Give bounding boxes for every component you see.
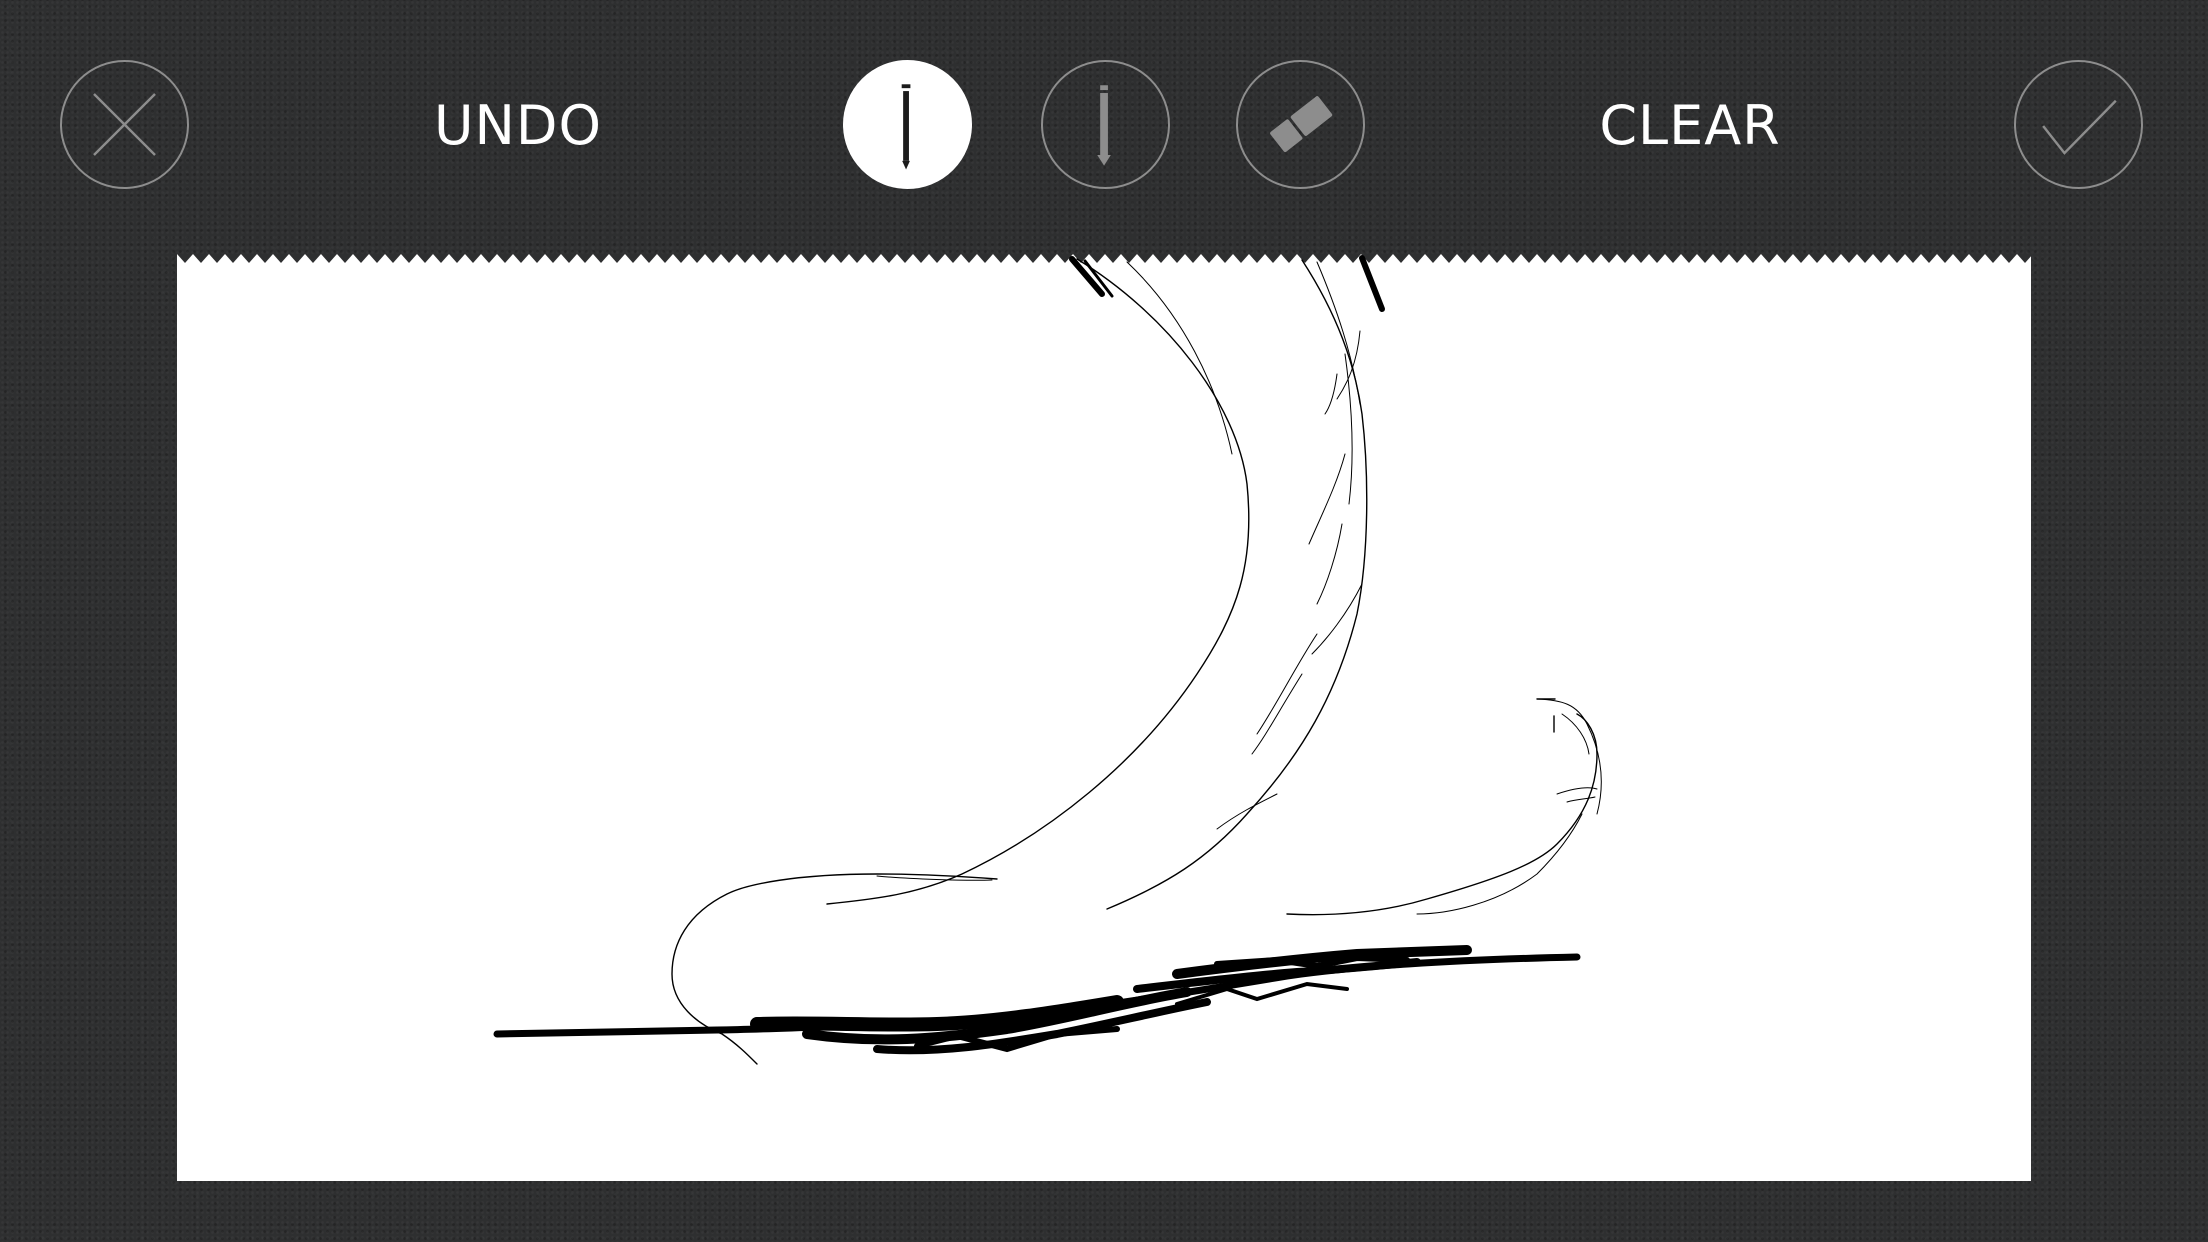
close-icon <box>93 93 156 156</box>
clear-button[interactable]: CLEAR <box>1590 96 1790 156</box>
canvas-sheet <box>177 254 2031 1181</box>
checkmark-icon <box>2042 99 2117 155</box>
pencil-icon <box>901 84 911 170</box>
close-button[interactable] <box>60 60 189 189</box>
eraser-icon <box>1270 96 1333 153</box>
drawing-canvas[interactable] <box>177 254 2031 1181</box>
pencil-tool-button[interactable] <box>843 60 972 189</box>
eraser-tool-button[interactable] <box>1236 60 1365 189</box>
pen-tool-button[interactable] <box>1041 60 1170 189</box>
confirm-button[interactable] <box>2014 60 2143 189</box>
undo-button[interactable]: UNDO <box>418 96 618 156</box>
serrated-edge <box>177 254 2031 263</box>
pen-icon <box>1097 85 1111 166</box>
